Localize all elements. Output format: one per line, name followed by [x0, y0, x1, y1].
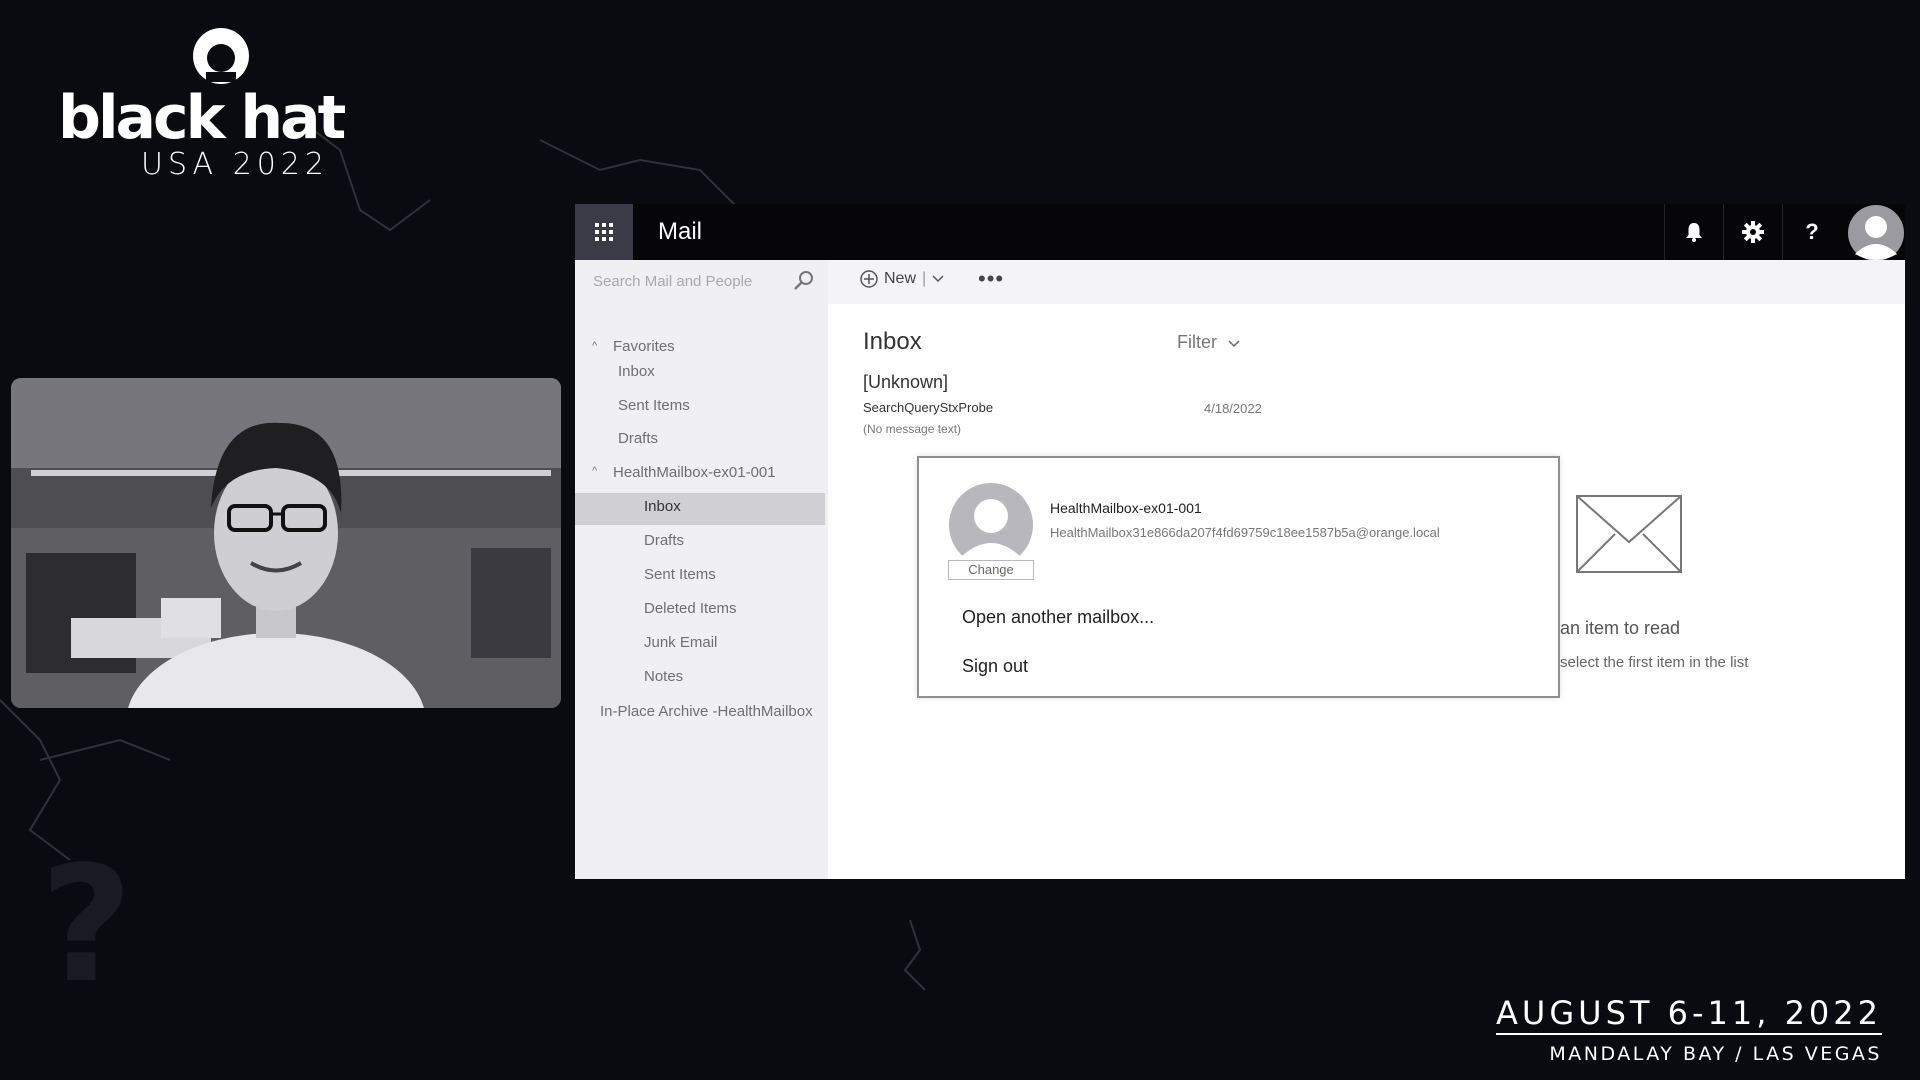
outlook-web-window: Mail ? Search Mail and People ^ Favorite… — [575, 204, 1905, 879]
account-menu-popup: Change HealthMailbox-ex01-001 HealthMail… — [917, 456, 1560, 698]
reading-pane-subhint: select the first item in the list — [1560, 654, 1749, 671]
chevron-down-icon[interactable] — [932, 275, 944, 283]
notifications-button[interactable] — [1664, 204, 1723, 260]
app-title: Mail — [658, 218, 703, 245]
bell-icon — [1686, 223, 1702, 242]
message-list-title: Inbox — [863, 328, 922, 355]
help-icon: ? — [1805, 219, 1819, 244]
selected-folder-highlight — [575, 493, 825, 525]
blackhat-logo: black hat USA 2022 — [58, 26, 398, 180]
event-venue: MANDALAY BAY / LAS VEGAS — [1549, 1043, 1882, 1065]
sign-out-link[interactable]: Sign out — [962, 656, 1028, 677]
account-name: HealthMailbox-ex01-001 — [1050, 500, 1202, 516]
search-box[interactable]: Search Mail and People — [575, 260, 828, 304]
folder-inbox[interactable]: Inbox — [644, 498, 681, 515]
command-bar: New | ••• — [828, 260, 1905, 304]
favorites-collapse-icon[interactable]: ^ — [592, 340, 597, 352]
search-input[interactable]: Search Mail and People — [593, 273, 752, 290]
filter-button[interactable]: Filter — [1177, 332, 1240, 353]
favorite-inbox[interactable]: Inbox — [618, 363, 655, 380]
filter-label: Filter — [1177, 332, 1217, 352]
reading-pane-hint: an item to read — [1560, 618, 1681, 638]
new-label: New — [884, 270, 917, 287]
top-bar: Mail ? — [575, 204, 1905, 262]
folder-drafts[interactable]: Drafts — [644, 532, 684, 549]
mailbox-collapse-icon[interactable]: ^ — [592, 465, 597, 477]
help-button[interactable]: ? — [1782, 204, 1841, 260]
open-another-mailbox-link[interactable]: Open another mailbox... — [962, 607, 1154, 628]
folder-pane: Search Mail and People ^ Favorites Inbox… — [575, 260, 828, 879]
message-preview: (No message text) — [863, 422, 962, 436]
gear-icon — [1742, 221, 1764, 243]
favorites-header[interactable]: Favorites — [613, 338, 675, 355]
logo-edition: USA 2022 — [141, 147, 329, 182]
avatar — [1848, 205, 1904, 261]
event-info: AUGUST 6-11, 2022 MANDALAY BAY / LAS VEG… — [1496, 995, 1882, 1067]
favorite-drafts[interactable]: Drafts — [618, 430, 658, 447]
svg-text:?: ? — [40, 831, 133, 1018]
mailbox-header[interactable]: HealthMailbox-ex01-001 — [613, 464, 776, 481]
waffle-icon — [595, 223, 613, 241]
chevron-down-icon — [1228, 340, 1240, 348]
webcam-image — [11, 378, 561, 708]
event-dates: AUGUST 6-11, 2022 — [1496, 995, 1882, 1035]
folder-notes[interactable]: Notes — [644, 668, 683, 685]
folder-sent-items[interactable]: Sent Items — [644, 566, 716, 583]
account-avatar-button[interactable] — [1847, 204, 1905, 262]
more-actions-button[interactable]: ••• — [978, 266, 1004, 292]
favorite-sent-items[interactable]: Sent Items — [618, 397, 690, 414]
logo-wordmark: black hat — [58, 83, 346, 153]
webcam-feed — [11, 378, 561, 708]
message-sender: [Unknown] — [863, 372, 949, 392]
account-email: HealthMailbox31e866da207f4fd69759c18ee15… — [1050, 525, 1440, 540]
folder-deleted-items[interactable]: Deleted Items — [644, 600, 737, 617]
avatar — [949, 483, 1033, 567]
settings-button[interactable] — [1723, 204, 1782, 260]
folder-junk-email[interactable]: Junk Email — [644, 634, 717, 651]
app-launcher-button[interactable] — [575, 204, 633, 260]
plus-circle-icon — [860, 270, 878, 288]
envelope-icon — [1576, 495, 1682, 573]
new-separator: | — [922, 270, 927, 287]
change-photo-button[interactable]: Change — [948, 560, 1034, 580]
message-subject: SearchQueryStxProbe — [863, 400, 994, 415]
archive-folder[interactable]: In-Place Archive -HealthMailbox — [600, 703, 813, 720]
message-date: 4/18/2022 — [1204, 401, 1262, 416]
new-message-button[interactable]: New | — [860, 270, 944, 288]
search-icon[interactable] — [793, 270, 815, 292]
